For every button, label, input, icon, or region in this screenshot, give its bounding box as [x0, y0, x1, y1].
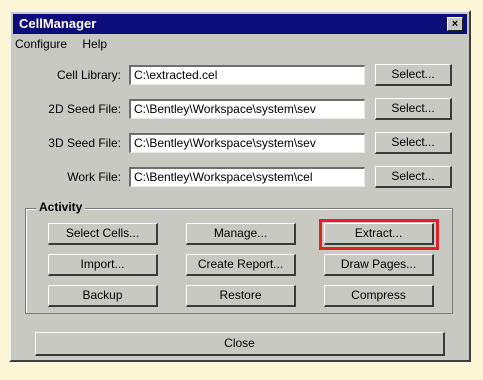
window-title: CellManager	[19, 16, 97, 31]
create-report-button[interactable]: Create Report...	[186, 254, 296, 276]
cell-library-label: Cell Library:	[56, 68, 121, 82]
close-window-button[interactable]: ×	[447, 17, 463, 31]
cellmanager-window: CellManager × Configure Help Cell Librar…	[9, 10, 471, 362]
cell-library-input[interactable]: C:\extracted.cel	[129, 65, 365, 85]
menu-help[interactable]: Help	[82, 37, 107, 51]
seed-3d-select-button[interactable]: Select...	[375, 132, 452, 154]
work-file-label: Work File:	[67, 170, 121, 184]
draw-pages-button[interactable]: Draw Pages...	[324, 254, 434, 276]
title-bar[interactable]: CellManager ×	[13, 14, 467, 34]
extract-highlight-box	[319, 219, 439, 250]
seed-3d-label: 3D Seed File:	[48, 136, 121, 150]
seed-2d-input[interactable]: C:\Bentley\Workspace\system\sev	[129, 99, 365, 119]
manage-button[interactable]: Manage...	[186, 223, 296, 245]
activity-group-title: Activity	[36, 200, 86, 214]
menu-configure[interactable]: Configure	[15, 37, 67, 51]
close-button[interactable]: Close	[35, 332, 445, 356]
restore-button[interactable]: Restore	[186, 285, 296, 307]
cell-library-select-button[interactable]: Select...	[375, 64, 452, 86]
menu-bar: Configure Help	[15, 37, 119, 55]
select-cells-button[interactable]: Select Cells...	[48, 223, 158, 245]
activity-group: Activity Select Cells... Manage... Extra…	[25, 200, 453, 314]
seed-2d-label: 2D Seed File:	[48, 102, 121, 116]
work-file-select-button[interactable]: Select...	[375, 166, 452, 188]
import-button[interactable]: Import...	[48, 254, 158, 276]
work-file-input[interactable]: C:\Bentley\Workspace\system\cel	[129, 167, 365, 187]
seed-3d-input[interactable]: C:\Bentley\Workspace\system\sev	[129, 133, 365, 153]
seed-2d-select-button[interactable]: Select...	[375, 98, 452, 120]
compress-button[interactable]: Compress	[324, 285, 434, 307]
backup-button[interactable]: Backup	[48, 285, 158, 307]
